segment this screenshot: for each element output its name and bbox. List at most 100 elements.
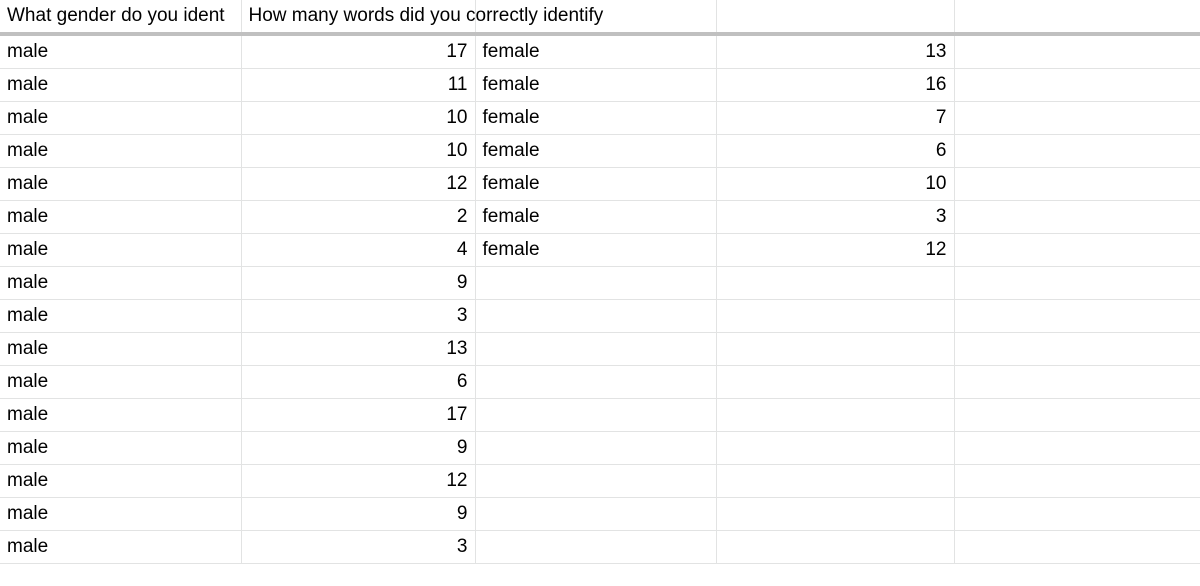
cell-empty[interactable] <box>954 431 1200 465</box>
cell-words2[interactable]: 3 <box>716 200 955 234</box>
cell-gender[interactable]: male <box>0 299 242 333</box>
cell-words[interactable]: 12 <box>241 167 476 201</box>
cell-empty[interactable] <box>954 101 1200 135</box>
cell-empty[interactable] <box>954 398 1200 432</box>
cell-words2[interactable]: 7 <box>716 101 955 135</box>
table-row: male 6 <box>0 365 1200 399</box>
cell-gender2[interactable]: female <box>475 101 717 135</box>
header-gender-text: What gender do you ident <box>7 5 225 26</box>
cell-gender2[interactable] <box>475 365 717 399</box>
cell-words2[interactable] <box>716 266 955 300</box>
cell-words2[interactable] <box>716 365 955 399</box>
cell-words[interactable]: 2 <box>241 200 476 234</box>
cell-words[interactable]: 10 <box>241 101 476 135</box>
cell-words[interactable]: 13 <box>241 332 476 366</box>
cell-gender[interactable]: male <box>0 332 242 366</box>
table-row: male 3 <box>0 299 1200 333</box>
cell-words2[interactable]: 12 <box>716 233 955 267</box>
cell-gender2[interactable]: female <box>475 68 717 102</box>
table-row: male 10 female 7 <box>0 101 1200 135</box>
table-row: male 17 <box>0 398 1200 432</box>
cell-gender2[interactable] <box>475 431 717 465</box>
cell-gender[interactable]: male <box>0 497 242 531</box>
cell-gender[interactable]: male <box>0 464 242 498</box>
header-cell-e[interactable] <box>954 0 1200 36</box>
cell-gender2[interactable]: female <box>475 134 717 168</box>
cell-words[interactable]: 11 <box>241 68 476 102</box>
cell-gender2[interactable] <box>475 266 717 300</box>
cell-empty[interactable] <box>954 332 1200 366</box>
cell-gender[interactable]: male <box>0 101 242 135</box>
cell-words2[interactable] <box>716 530 955 564</box>
cell-words2[interactable] <box>716 431 955 465</box>
table-row: male 13 <box>0 332 1200 366</box>
spreadsheet: What gender do you ident How many words … <box>0 0 1200 586</box>
cell-empty[interactable] <box>954 233 1200 267</box>
cell-gender2[interactable] <box>475 332 717 366</box>
cell-empty[interactable] <box>954 530 1200 564</box>
header-words-text: How many words did you correctly identif… <box>248 5 604 26</box>
cell-gender[interactable]: male <box>0 200 242 234</box>
cell-empty[interactable] <box>954 266 1200 300</box>
cell-gender[interactable]: male <box>0 134 242 168</box>
cell-gender[interactable]: male <box>0 167 242 201</box>
cell-empty[interactable] <box>954 299 1200 333</box>
cell-gender2[interactable]: female <box>475 34 717 69</box>
cell-words[interactable]: 3 <box>241 530 476 564</box>
cell-words2[interactable]: 6 <box>716 134 955 168</box>
header-cell-d[interactable] <box>716 0 955 36</box>
cell-empty[interactable] <box>954 68 1200 102</box>
header-row: What gender do you ident How many words … <box>0 0 1200 36</box>
cell-gender[interactable]: male <box>0 34 242 69</box>
cell-empty[interactable] <box>954 497 1200 531</box>
cell-words2[interactable]: 13 <box>716 34 955 69</box>
cell-empty[interactable] <box>954 200 1200 234</box>
cell-gender2[interactable] <box>475 464 717 498</box>
cell-empty[interactable] <box>954 365 1200 399</box>
table-row: male 9 <box>0 497 1200 531</box>
cell-gender2[interactable]: female <box>475 200 717 234</box>
cell-gender[interactable]: male <box>0 266 242 300</box>
cell-gender2[interactable] <box>475 299 717 333</box>
header-cell-gender[interactable]: What gender do you ident <box>0 0 242 36</box>
cell-gender[interactable]: male <box>0 431 242 465</box>
table-row: male 4 female 12 <box>0 233 1200 267</box>
cell-gender[interactable]: male <box>0 365 242 399</box>
cell-words[interactable]: 4 <box>241 233 476 267</box>
cell-gender[interactable]: male <box>0 68 242 102</box>
cell-gender[interactable]: male <box>0 233 242 267</box>
data-grid: What gender do you ident How many words … <box>0 0 1200 564</box>
cell-gender2[interactable] <box>475 497 717 531</box>
cell-words[interactable]: 10 <box>241 134 476 168</box>
cell-words[interactable]: 6 <box>241 365 476 399</box>
cell-words[interactable]: 9 <box>241 266 476 300</box>
table-row: male 12 <box>0 464 1200 498</box>
cell-words2[interactable] <box>716 497 955 531</box>
table-row: male 17 female 13 <box>0 34 1200 69</box>
cell-gender2[interactable]: female <box>475 233 717 267</box>
cell-empty[interactable] <box>954 134 1200 168</box>
cell-empty[interactable] <box>954 34 1200 69</box>
header-cell-words[interactable]: How many words did you correctly identif… <box>241 0 603 36</box>
cell-words2[interactable]: 10 <box>716 167 955 201</box>
cell-words[interactable]: 9 <box>241 431 476 465</box>
cell-words2[interactable] <box>716 398 955 432</box>
cell-words[interactable]: 17 <box>241 34 476 69</box>
cell-gender2[interactable]: female <box>475 167 717 201</box>
cell-words2[interactable]: 16 <box>716 68 955 102</box>
cell-words2[interactable] <box>716 299 955 333</box>
table-row: male 9 <box>0 266 1200 300</box>
cell-empty[interactable] <box>954 167 1200 201</box>
cell-words2[interactable] <box>716 332 955 366</box>
cell-words[interactable]: 9 <box>241 497 476 531</box>
cell-gender2[interactable] <box>475 398 717 432</box>
cell-empty[interactable] <box>954 464 1200 498</box>
cell-words2[interactable] <box>716 464 955 498</box>
cell-gender2[interactable] <box>475 530 717 564</box>
cell-words[interactable]: 3 <box>241 299 476 333</box>
cell-words[interactable]: 12 <box>241 464 476 498</box>
table-row: male 10 female 6 <box>0 134 1200 168</box>
cell-words[interactable]: 17 <box>241 398 476 432</box>
cell-gender[interactable]: male <box>0 530 242 564</box>
cell-gender[interactable]: male <box>0 398 242 432</box>
